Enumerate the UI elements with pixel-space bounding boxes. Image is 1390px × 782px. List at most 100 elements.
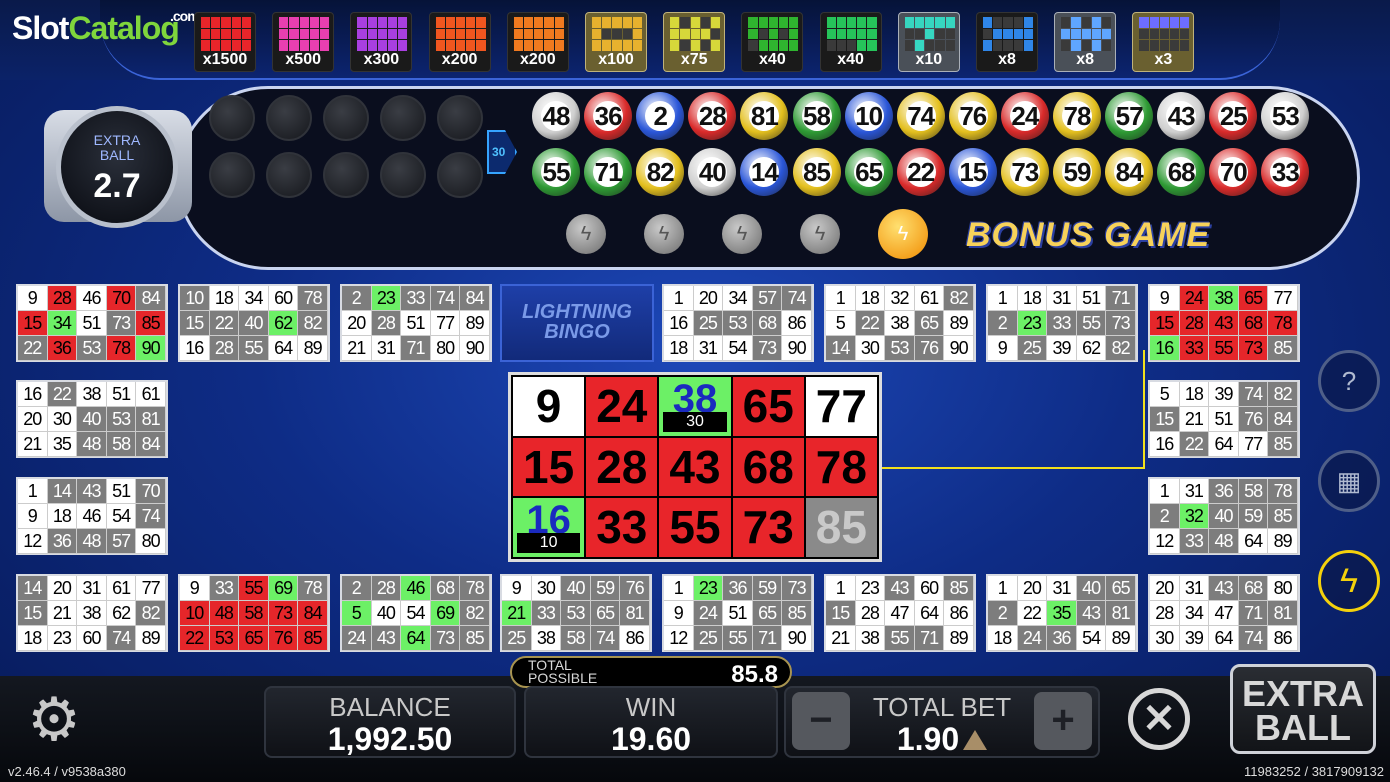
card-cell: 82 (460, 601, 490, 626)
lightning-button[interactable]: ϟ (1318, 550, 1380, 612)
pattern-cell (299, 17, 309, 28)
bingo-card[interactable]: 1 23 43 60 85 15 28 47 64 86 21 38 55 71 89 (824, 574, 976, 652)
balance-box: BALANCE 1,992.50 (264, 686, 516, 758)
pattern-cell (758, 17, 768, 28)
pattern-cell (710, 28, 721, 40)
bingo-card[interactable]: 5 18 39 74 82 15 21 51 76 84 16 22 64 77 85 (1148, 380, 1300, 458)
bingo-card[interactable]: 9 24 38 65 77 15 28 43 68 78 16 33 55 73 85 (1148, 284, 1300, 362)
zoom-cell: 28 (586, 437, 658, 497)
card-cell: 9 (664, 601, 694, 626)
help-button[interactable]: ? (1318, 350, 1380, 412)
pattern-cell (1139, 40, 1149, 51)
card-cell: 78 (1268, 311, 1298, 336)
decrease-bet-button[interactable]: − (792, 692, 850, 750)
card-cell: 58 (1238, 479, 1269, 504)
bingo-card[interactable]: 2 28 46 68 78 5 40 54 69 82 24 43 64 73 85 (340, 574, 492, 652)
zoom-cell: 24 (586, 377, 658, 436)
pattern-cell (945, 28, 955, 40)
card-cell: 90 (782, 626, 812, 651)
card-cell: 55 (1076, 311, 1107, 336)
pattern-cell (1101, 28, 1112, 40)
bingo-card[interactable]: 10 18 34 60 78 15 22 40 62 82 16 28 55 64 89 (178, 284, 330, 362)
card-cell: 24 (693, 601, 724, 626)
ball-number: 28 (698, 101, 727, 131)
card-cell: 51 (106, 479, 137, 504)
pattern-grid (826, 17, 877, 51)
zoom-cell-number: 85 (815, 501, 867, 554)
pattern-cell (309, 17, 319, 28)
card-cell: 57 (752, 286, 783, 311)
pattern-grid (201, 17, 251, 51)
pattern-cell (279, 17, 289, 28)
bingo-card[interactable]: 16 22 38 51 61 20 30 40 53 81 21 35 48 58 84 (16, 380, 168, 458)
pattern-cell (768, 40, 778, 51)
bingo-card[interactable]: 1 31 36 58 78 2 32 40 59 85 12 33 48 64 89 (1148, 477, 1300, 555)
bingo-card[interactable]: 1 18 31 51 71 2 23 33 55 73 9 25 39 62 82 (986, 284, 1138, 362)
zoom-cell: 65 (732, 377, 804, 436)
gear-icon: ⚙ (27, 686, 81, 753)
bingo-card[interactable]: 2 23 33 74 84 20 28 51 77 89 21 31 71 80 90 (340, 284, 492, 362)
card-cell: 14 (18, 576, 48, 601)
card-cell: 85 (298, 626, 328, 651)
bingo-card[interactable]: 9 30 40 59 76 21 33 53 65 81 25 38 58 74 86 (500, 574, 652, 652)
bonus-bolt-icon: ϟ (644, 214, 684, 254)
bingo-card[interactable]: 1 20 31 40 65 2 22 35 43 81 18 24 36 54 89 (986, 574, 1138, 652)
card-cell: 61 (106, 576, 137, 601)
card-cell: 31 (1179, 479, 1210, 504)
zoom-cell: 33 (586, 498, 658, 557)
drawn-ball: 40 (688, 148, 737, 196)
extra-ball-button[interactable]: EXTRA BALL (1230, 664, 1376, 754)
zoom-cell-number: 73 (742, 501, 794, 554)
paytable-pattern: x75 (663, 12, 726, 72)
card-cell: 74 (106, 626, 137, 651)
card-cell: 18 (1179, 382, 1210, 407)
pattern-cell (398, 28, 408, 40)
bingo-card[interactable]: 1 18 32 61 82 5 22 38 65 89 14 30 53 76 90 (824, 284, 976, 362)
paytable-pattern: x500 (272, 12, 335, 72)
bingo-card[interactable]: 1 20 34 57 74 16 25 53 68 86 18 31 54 73 90 (662, 284, 814, 362)
card-cell: 36 (723, 576, 753, 601)
card-cell: 10 (180, 286, 210, 311)
card-cell: 77 (1268, 286, 1298, 311)
pattern-cell (904, 17, 914, 28)
bingo-card[interactable]: 9 33 55 69 78 10 48 58 73 84 22 53 65 76 85 (178, 574, 330, 652)
card-cell: 38 (77, 601, 107, 626)
ball-number: 70 (1219, 157, 1248, 187)
pattern-cell (367, 28, 377, 40)
pattern-cell (700, 40, 710, 51)
bingo-card[interactable]: 9 28 46 70 84 15 34 51 73 85 22 36 53 78 90 (16, 284, 168, 362)
total-possible-value: 85.8 (731, 661, 778, 688)
pattern-cell (387, 17, 398, 28)
bonus-bolt-active-icon: ϟ (878, 209, 928, 259)
settings-button[interactable]: ⚙ (22, 688, 86, 752)
pattern-cell (1081, 17, 1091, 28)
pattern-cell (1169, 17, 1180, 28)
card-cell: 89 (944, 626, 974, 651)
zoom-cell: 85 (805, 498, 877, 557)
card-cell: 58 (106, 432, 137, 457)
pattern-cell (357, 17, 367, 28)
card-select-button[interactable]: ▦ (1318, 450, 1380, 512)
card-cell: 82 (944, 286, 974, 311)
pattern-cell (299, 40, 309, 51)
close-button[interactable]: ✕ (1128, 688, 1190, 750)
pattern-cell (279, 28, 289, 40)
bingo-card[interactable]: 1 23 36 59 73 9 24 51 65 85 12 25 55 71 90 (662, 574, 814, 652)
paytable-pattern: x1500 (194, 12, 256, 72)
card-cell: 15 (1150, 407, 1180, 432)
paytable-multiplier: x75 (680, 51, 708, 68)
extra-ball-price: 2.7 (93, 167, 141, 205)
pattern-cell (544, 40, 554, 51)
increase-bet-button[interactable]: + (1034, 692, 1092, 750)
card-cell: 1 (826, 286, 856, 311)
pattern-cell (993, 17, 1003, 28)
card-cell: 9 (988, 336, 1018, 361)
card-cell: 33 (209, 576, 240, 601)
card-cell: 65 (239, 626, 269, 651)
bingo-card[interactable]: 14 20 31 61 77 15 21 38 62 82 18 23 60 74 89 (16, 574, 168, 652)
pattern-cell (622, 28, 632, 40)
bingo-card[interactable]: 1 14 43 51 70 9 18 46 54 74 12 36 48 57 80 (16, 477, 168, 555)
bingo-card[interactable]: 20 31 43 68 80 28 34 47 71 81 30 39 64 74 86 (1148, 574, 1300, 652)
card-cell: 53 (77, 336, 107, 361)
ball-number: 53 (1271, 101, 1300, 131)
